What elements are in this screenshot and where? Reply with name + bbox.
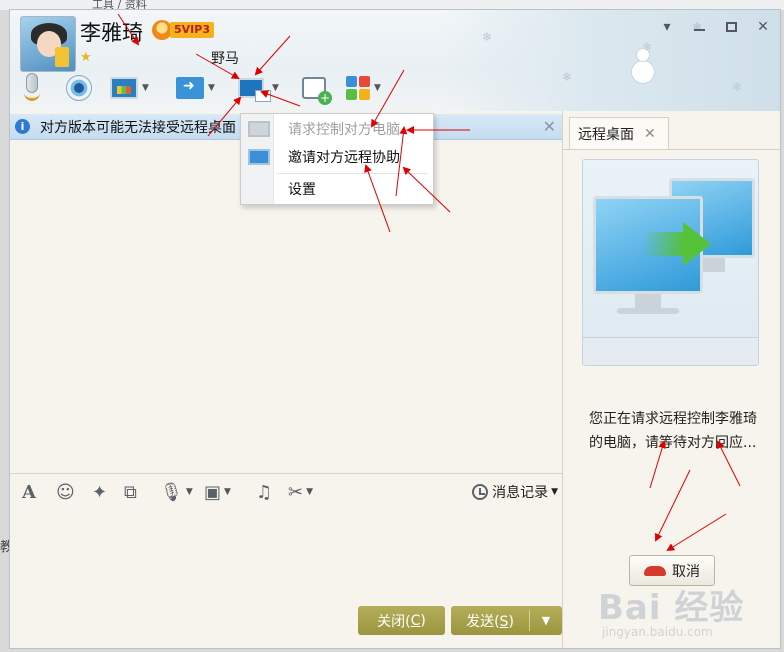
close-window-icon[interactable]: ✕ bbox=[756, 19, 770, 35]
chat-window: ❄ ❄ ❄ ❄ ✱ 李雅琦 5VIP3 ★ ▾ ✕ ▼ ➜ ▼ ▼ + ▼ i … bbox=[9, 9, 781, 649]
image-icon[interactable]: ▣ ▼ bbox=[204, 481, 231, 503]
message-history-button[interactable]: 消息记录 ▼ bbox=[472, 481, 558, 503]
remote-desktop-illustration bbox=[582, 159, 759, 366]
notice-text: 对方版本可能无法接受远程桌面 bbox=[40, 119, 236, 136]
send-options-dropdown-icon[interactable]: ▼ bbox=[530, 614, 562, 627]
message-input[interactable] bbox=[10, 508, 562, 604]
music-icon[interactable]: ♫ bbox=[256, 481, 272, 503]
message-history-label: 消息记录 bbox=[492, 485, 549, 501]
apps-icon[interactable]: ▼ bbox=[346, 72, 381, 104]
chevron-down-icon[interactable]: ▼ bbox=[208, 83, 215, 93]
transfer-arrow-icon bbox=[683, 222, 711, 266]
screenshot-scissors-icon[interactable]: ✂ ▼ bbox=[288, 481, 313, 503]
input-toolbar: A ☺ ✦ ⧉ 🎙 ▼ ▣ ▼ ♫ ✂ ▼ 消息记录 ▼ bbox=[10, 478, 562, 506]
close-button[interactable]: 关闭(C) bbox=[358, 606, 445, 635]
voice-message-icon[interactable]: 🎙 ▼ bbox=[160, 481, 193, 503]
send-label: 发送(S) bbox=[466, 613, 514, 630]
minimize-icon[interactable] bbox=[692, 20, 706, 34]
chevron-down-icon: ▼ bbox=[551, 487, 558, 497]
contact-name[interactable]: 李雅琦 bbox=[80, 17, 143, 47]
remote-desktop-icon[interactable]: ▼ bbox=[238, 72, 279, 104]
clock-icon bbox=[472, 484, 489, 500]
close-notice-icon[interactable]: ✕ bbox=[543, 117, 556, 136]
star-icon[interactable]: ★ bbox=[80, 50, 92, 65]
annotation-label: 野马 bbox=[211, 51, 239, 67]
contact-avatar[interactable] bbox=[20, 16, 76, 72]
hangup-icon bbox=[644, 565, 666, 576]
qq-penguin-icon bbox=[152, 20, 172, 40]
skin-dropdown-icon[interactable]: ▾ bbox=[660, 19, 674, 35]
menu-item-settings[interactable]: 设置 bbox=[241, 176, 433, 202]
vip-label: 5VIP3 bbox=[170, 22, 214, 38]
voice-call-icon[interactable] bbox=[22, 72, 42, 104]
chat-divider bbox=[10, 473, 562, 474]
window-controls: ▾ ✕ bbox=[660, 19, 770, 35]
remote-assist-icon bbox=[248, 149, 270, 165]
window-shake-icon[interactable]: ⧉ bbox=[124, 481, 137, 503]
video-call-icon[interactable] bbox=[66, 72, 92, 104]
chat-header: ❄ ❄ ❄ ❄ ✱ 李雅琦 5VIP3 ★ ▾ ✕ ▼ ➜ ▼ ▼ + ▼ bbox=[10, 10, 780, 111]
info-icon: i bbox=[15, 119, 30, 134]
screen-share-icon[interactable]: ▼ bbox=[110, 72, 149, 104]
font-icon[interactable]: A bbox=[22, 481, 36, 503]
vip-badge[interactable]: 5VIP3 bbox=[152, 20, 214, 40]
emoji-icon[interactable]: ☺ bbox=[56, 481, 75, 503]
menu-item-request-control[interactable]: 请求控制对方电脑 bbox=[241, 116, 433, 142]
send-button[interactable]: 发送(S) ▼ bbox=[451, 606, 562, 635]
close-tab-icon[interactable]: ✕ bbox=[644, 126, 656, 142]
remote-control-icon bbox=[248, 121, 270, 137]
maximize-icon[interactable] bbox=[724, 20, 738, 34]
snowman-decoration bbox=[630, 48, 656, 88]
menu-item-invite-assist[interactable]: 邀请对方远程协助 bbox=[241, 144, 433, 170]
create-discussion-icon[interactable] bbox=[302, 72, 332, 105]
chevron-down-icon[interactable]: ▼ bbox=[142, 83, 149, 93]
remote-desktop-menu: 请求控制对方电脑 邀请对方远程协助 设置 bbox=[240, 113, 434, 205]
magic-wand-icon[interactable]: ✦ bbox=[92, 481, 107, 503]
chevron-down-icon[interactable]: ▼ bbox=[374, 83, 381, 93]
chat-toolbar: ▼ ▼ ▼ ▼ bbox=[10, 72, 430, 106]
chevron-down-icon[interactable]: ▼ bbox=[272, 83, 279, 93]
baidu-jingyan-watermark: Bai 经验 jingyan.baidu.com bbox=[598, 588, 745, 639]
remote-desktop-panel: 远程桌面 ✕ 您正在请求远程控制李雅琦的电脑，请等待对方回应... 取消 bbox=[563, 111, 780, 648]
tab-remote-desktop[interactable]: 远程桌面 ✕ bbox=[569, 117, 669, 149]
send-file-icon[interactable]: ▼ bbox=[176, 72, 215, 104]
waiting-status-text: 您正在请求远程控制李雅琦的电脑，请等待对方回应... bbox=[589, 411, 757, 451]
